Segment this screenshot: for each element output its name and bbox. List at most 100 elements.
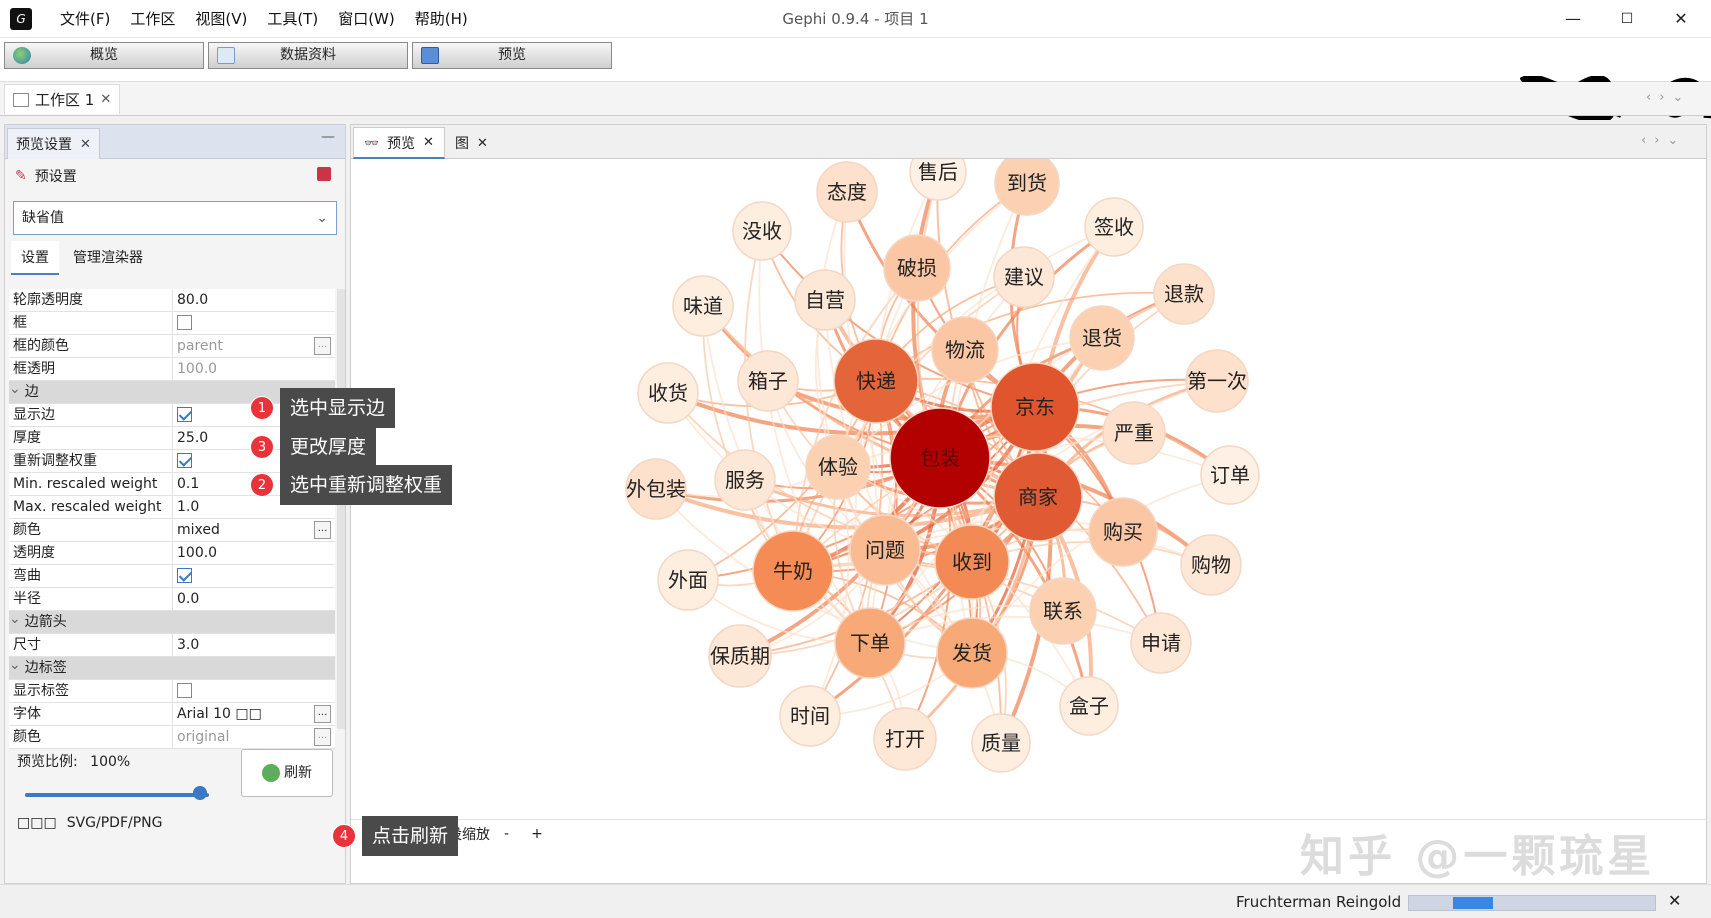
property-value[interactable]: parent... (173, 335, 335, 357)
menu-window[interactable]: 窗口(W) (328, 0, 405, 38)
graph-node[interactable]: 售后 (909, 159, 967, 201)
mode-data-button[interactable]: 数据资料 (208, 42, 408, 69)
graph-node[interactable]: 服务 (714, 449, 776, 511)
property-value[interactable]: 0.0 (173, 588, 335, 610)
property-checkbox[interactable] (177, 315, 192, 330)
graph-node[interactable]: 联系 (1029, 577, 1097, 645)
menu-help[interactable]: 帮助(H) (405, 0, 478, 38)
graph-node[interactable]: 京东 (990, 362, 1080, 452)
preview-nav-arrows[interactable]: ‹›⌄ (1641, 133, 1686, 148)
tab-preview[interactable]: 👓 预览 ✕ (353, 127, 445, 159)
property-checkbox[interactable] (177, 683, 192, 698)
ellipsis-button[interactable]: ... (314, 337, 331, 355)
property-value[interactable]: mixed... (173, 519, 335, 541)
graph-node[interactable]: 严重 (1102, 401, 1166, 465)
property-value[interactable] (173, 565, 335, 587)
graph-node[interactable]: 保质期 (708, 624, 772, 688)
mode-preview-button[interactable]: 预览 (412, 42, 612, 69)
mode-overview-button[interactable]: 概览 (4, 42, 204, 69)
close-window-button[interactable]: ✕ (1654, 0, 1708, 38)
graph-node[interactable]: 购物 (1180, 534, 1242, 596)
menu-view[interactable]: 视图(V) (185, 0, 257, 38)
minimize-window-button[interactable]: — (1546, 0, 1600, 38)
tab-graph[interactable]: 图 ✕ (445, 127, 498, 159)
graph-node[interactable]: 体验 (805, 434, 871, 500)
property-value[interactable]: 100.0 (173, 542, 335, 564)
close-icon[interactable]: ✕ (1668, 891, 1681, 910)
tab-settings[interactable]: 设置 (11, 241, 59, 275)
minimize-icon[interactable]: — (321, 129, 335, 145)
property-scrollbar[interactable] (337, 289, 345, 729)
graph-node[interactable]: 订单 (1200, 445, 1260, 505)
tab-manage-renderers[interactable]: 管理渲染器 (63, 241, 153, 275)
menu-workspace[interactable]: 工作区 (120, 0, 185, 38)
graph-node[interactable]: 第一次 (1185, 349, 1249, 413)
graph-node[interactable]: 物流 (931, 316, 999, 384)
graph-node[interactable]: 质量 (971, 713, 1031, 773)
graph-node[interactable]: 外包装 (625, 458, 687, 520)
graph-node[interactable]: 牛奶 (752, 530, 834, 612)
property-value[interactable]: 80.0 (173, 289, 335, 311)
graph-node[interactable]: 退款 (1153, 263, 1215, 325)
graph-node[interactable]: 购买 (1088, 497, 1158, 567)
graph-node[interactable]: 外面 (657, 549, 719, 611)
property-value[interactable] (173, 680, 335, 702)
graph-node[interactable]: 签收 (1084, 197, 1144, 257)
graph-node[interactable]: 没收 (732, 201, 792, 261)
property-checkbox[interactable] (177, 568, 192, 583)
graph-node[interactable]: 味道 (672, 275, 734, 337)
property-value[interactable] (173, 312, 335, 334)
graph-node[interactable]: 盒子 (1059, 676, 1119, 736)
collapse-chevron-icon[interactable]: ⌄ (9, 657, 21, 679)
graph-node[interactable]: 收到 (934, 524, 1010, 600)
graph-node[interactable]: 包装 (889, 407, 991, 509)
close-icon[interactable]: ✕ (80, 137, 91, 152)
graph-node[interactable]: 下单 (834, 607, 906, 679)
property-value[interactable]: 100.0 (173, 358, 335, 380)
property-checkbox[interactable] (177, 453, 192, 468)
graph-node[interactable]: 收货 (637, 362, 699, 424)
collapse-chevron-icon[interactable]: ⌄ (9, 611, 21, 633)
collapse-chevron-icon[interactable]: ⌄ (9, 381, 21, 403)
save-preset-icon[interactable] (317, 167, 331, 181)
close-icon[interactable]: ✕ (423, 135, 434, 150)
preview-scale-slider-handle[interactable] (193, 786, 207, 800)
zoom-in-button[interactable]: + (531, 826, 543, 842)
network-graph[interactable]: 包装 京东商家 快递牛奶 收到发货 下单 问题 体验 物流 破损退货购买联系 到货严重 建议自营箱子… (351, 159, 1706, 819)
graph-node[interactable]: 建议 (993, 246, 1055, 308)
workspace-nav-arrows[interactable]: ‹›⌄ (1646, 90, 1691, 105)
preset-select[interactable]: 缺省值 ⌄ (13, 201, 337, 235)
graph-node[interactable]: 破损 (883, 234, 951, 302)
close-icon[interactable]: ✕ (100, 92, 111, 107)
graph-node[interactable]: 退货 (1069, 305, 1135, 371)
preview-scale-slider[interactable] (25, 793, 209, 797)
graph-node[interactable]: 态度 (816, 161, 878, 223)
graph-node[interactable]: 箱子 (737, 350, 799, 412)
property-value[interactable]: 3.0 (173, 634, 335, 656)
close-icon[interactable]: ✕ (477, 136, 488, 151)
menu-file[interactable]: 文件(F) (50, 0, 120, 38)
ellipsis-button[interactable]: ... (314, 521, 331, 539)
ellipsis-button[interactable]: ... (314, 705, 331, 723)
refresh-button[interactable]: 刷新 (241, 749, 333, 797)
graph-node[interactable]: 问题 (849, 514, 921, 586)
graph-node[interactable]: 到货 (994, 159, 1060, 216)
property-value[interactable]: original... (173, 726, 335, 748)
graph-node[interactable]: 申请 (1130, 612, 1192, 674)
property-category[interactable]: ⌄ 边标签 (9, 657, 335, 680)
graph-node[interactable]: 自营 (794, 269, 856, 331)
graph-node[interactable]: 商家 (993, 452, 1083, 542)
property-category[interactable]: ⌄ 边箭头 (9, 611, 335, 634)
workspace-tab[interactable]: 工作区 1 ✕ (4, 84, 121, 114)
property-value[interactable]: Arial 10 □□... (173, 703, 335, 725)
property-checkbox[interactable] (177, 407, 192, 422)
graph-node[interactable]: 打开 (873, 707, 937, 771)
preview-settings-tab[interactable]: 预览设置 ✕ (7, 128, 100, 159)
export-icons[interactable]: □□□ (17, 815, 57, 831)
graph-node[interactable]: 快递 (833, 338, 919, 424)
menu-tools[interactable]: 工具(T) (257, 0, 328, 38)
maximize-window-button[interactable]: ☐ (1600, 0, 1654, 38)
ellipsis-button[interactable]: ... (314, 728, 331, 746)
zoom-out-button[interactable]: - (504, 826, 509, 842)
graph-node[interactable]: 时间 (779, 685, 841, 747)
